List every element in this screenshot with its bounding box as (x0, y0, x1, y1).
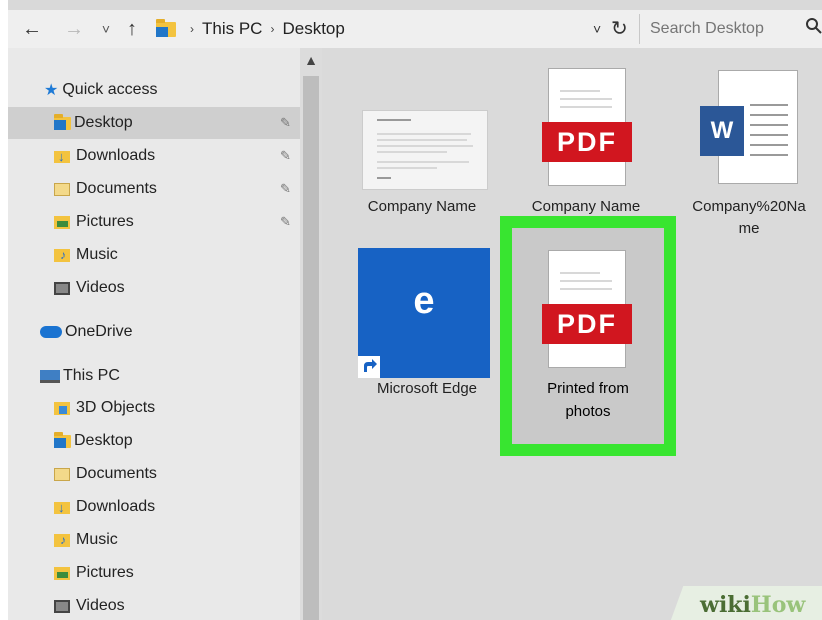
sidebar-item-pictures[interactable]: Pictures ✎ (8, 206, 346, 238)
sidebar-item-documents[interactable]: Documents ✎ (8, 173, 346, 205)
forward-arrow-icon[interactable]: → (60, 10, 88, 48)
videos-folder-icon (54, 599, 72, 613)
refresh-icon[interactable]: ↻ (611, 10, 628, 48)
file-tile[interactable]: e Microsoft Edge (352, 244, 492, 414)
sidebar-item-music[interactable]: ♪ Music (8, 239, 346, 271)
sidebar-item-label: Pictures (76, 564, 134, 581)
desktop-folder-icon (54, 113, 71, 130)
scrollbar-thumb[interactable] (303, 76, 319, 620)
sidebar-item-label: 3D Objects (76, 399, 156, 416)
file-view: Company Name PDF Company Name W Company%… (322, 48, 822, 620)
file-name-continued: me (738, 220, 760, 237)
sidebar-item-downloads[interactable]: ↓ Downloads ✎ (8, 140, 346, 172)
file-name: Company Name (367, 198, 477, 215)
sidebar-item-label: This PC (63, 367, 120, 384)
sidebar-item-label: Downloads (76, 498, 156, 515)
sidebar-item-pictures-pc[interactable]: Pictures (8, 557, 346, 589)
sidebar-item-label: Quick access (62, 81, 158, 98)
videos-folder-icon (54, 281, 72, 295)
pin-icon[interactable]: ✎ (280, 181, 291, 197)
breadcrumb[interactable]: › This PC › Desktop (156, 10, 608, 48)
file-name: Company Name (531, 198, 641, 215)
sidebar-item-label: Documents (76, 180, 157, 197)
sidebar-item-label: Desktop (74, 432, 133, 449)
computer-icon (40, 369, 60, 383)
sidebar-item-label: Videos (76, 597, 125, 614)
music-folder-icon: ♪ (54, 248, 72, 262)
breadcrumb-separator-icon[interactable]: › (190, 22, 194, 36)
scroll-up-chevron-icon[interactable]: ▲ (300, 52, 322, 68)
breadcrumb-desktop[interactable]: Desktop (282, 19, 344, 39)
downloads-folder-icon: ↓ (54, 500, 72, 515)
pin-icon[interactable]: ✎ (280, 214, 291, 230)
document-thumbnail-icon (362, 110, 488, 190)
file-name-continued: photos (565, 403, 611, 420)
3d-objects-folder-icon (54, 401, 72, 415)
file-name: Microsoft Edge (376, 380, 478, 397)
sidebar-item-downloads-pc[interactable]: ↓ Downloads (8, 491, 346, 523)
edge-app-icon: e (358, 248, 490, 378)
sidebar-scrollbar[interactable]: ▲ (300, 48, 322, 620)
pin-icon[interactable]: ✎ (280, 115, 291, 131)
sidebar-item-label: OneDrive (65, 323, 133, 340)
sidebar-item-label: Videos (76, 279, 125, 296)
pictures-folder-icon (54, 566, 72, 580)
sidebar-item-desktop[interactable]: Desktop ✎ (8, 107, 346, 139)
sidebar-item-3d-objects[interactable]: 3D Objects (8, 392, 346, 424)
desktop-folder-icon (54, 431, 71, 448)
search-icon[interactable] (805, 17, 822, 40)
search-box[interactable] (639, 14, 822, 44)
address-dropdown-chevron-icon[interactable]: ˅ (593, 10, 601, 48)
shortcut-arrow-icon (358, 356, 380, 378)
desktop-folder-icon (156, 18, 176, 37)
navigation-pane: ★ Quick access Desktop ✎ ↓ Downloads ✎ D… (8, 48, 346, 620)
breadcrumb-separator-icon[interactable]: › (270, 22, 274, 36)
sidebar-item-this-pc[interactable]: This PC (8, 360, 332, 392)
file-tile[interactable]: Company Name (352, 100, 492, 230)
pdf-file-icon: PDF (542, 68, 632, 188)
sidebar-item-label: Pictures (76, 213, 134, 230)
sidebar-item-label: Downloads (76, 147, 156, 164)
pin-icon[interactable]: ✎ (280, 148, 291, 164)
sidebar-item-label: Music (76, 246, 118, 263)
file-tile-selected[interactable]: PDF Printed from photos (512, 228, 664, 444)
file-tile[interactable]: W Company%20Na me (676, 68, 822, 248)
watermark-part-2: How (750, 592, 806, 618)
sidebar-item-label: Documents (76, 465, 157, 482)
search-input[interactable] (648, 19, 802, 39)
pdf-file-icon: PDF (542, 250, 632, 370)
documents-folder-icon (54, 467, 72, 481)
breadcrumb-this-pc[interactable]: This PC (202, 19, 262, 39)
sidebar-item-videos-pc[interactable]: Videos (8, 590, 346, 620)
file-name: Printed from (547, 380, 629, 397)
sidebar-item-quick-access[interactable]: ★ Quick access (8, 74, 336, 106)
sidebar-item-label: Desktop (74, 114, 133, 131)
file-tile[interactable]: PDF Company Name (512, 68, 660, 228)
wikihow-watermark: wikiHow (700, 592, 805, 618)
pictures-folder-icon (54, 215, 72, 229)
recent-locations-chevron-icon[interactable]: ˅ (96, 10, 116, 48)
file-explorer-window: ← → ˅ ↑ › This PC › Desktop ˅ ↻ ★ Quick … (8, 0, 822, 620)
music-folder-icon: ♪ (54, 533, 72, 547)
file-name: Company%20Na (692, 198, 806, 215)
sidebar-item-label: Music (76, 531, 118, 548)
back-arrow-icon[interactable]: ← (18, 10, 46, 48)
sidebar-item-music-pc[interactable]: ♪ Music (8, 524, 346, 556)
documents-folder-icon (54, 182, 72, 196)
star-icon: ★ (44, 82, 59, 99)
sidebar-item-videos[interactable]: Videos (8, 272, 346, 304)
word-file-icon: W (700, 68, 804, 188)
watermark-part-1: wiki (700, 592, 751, 618)
address-bar: ← → ˅ ↑ › This PC › Desktop ˅ ↻ (8, 10, 822, 48)
up-arrow-icon[interactable]: ↑ (120, 10, 144, 48)
downloads-folder-icon: ↓ (54, 149, 72, 164)
cloud-icon (40, 326, 62, 338)
sidebar-item-desktop-pc[interactable]: Desktop (8, 425, 346, 457)
sidebar-item-documents-pc[interactable]: Documents (8, 458, 346, 490)
sidebar-item-onedrive[interactable]: OneDrive (8, 316, 332, 348)
